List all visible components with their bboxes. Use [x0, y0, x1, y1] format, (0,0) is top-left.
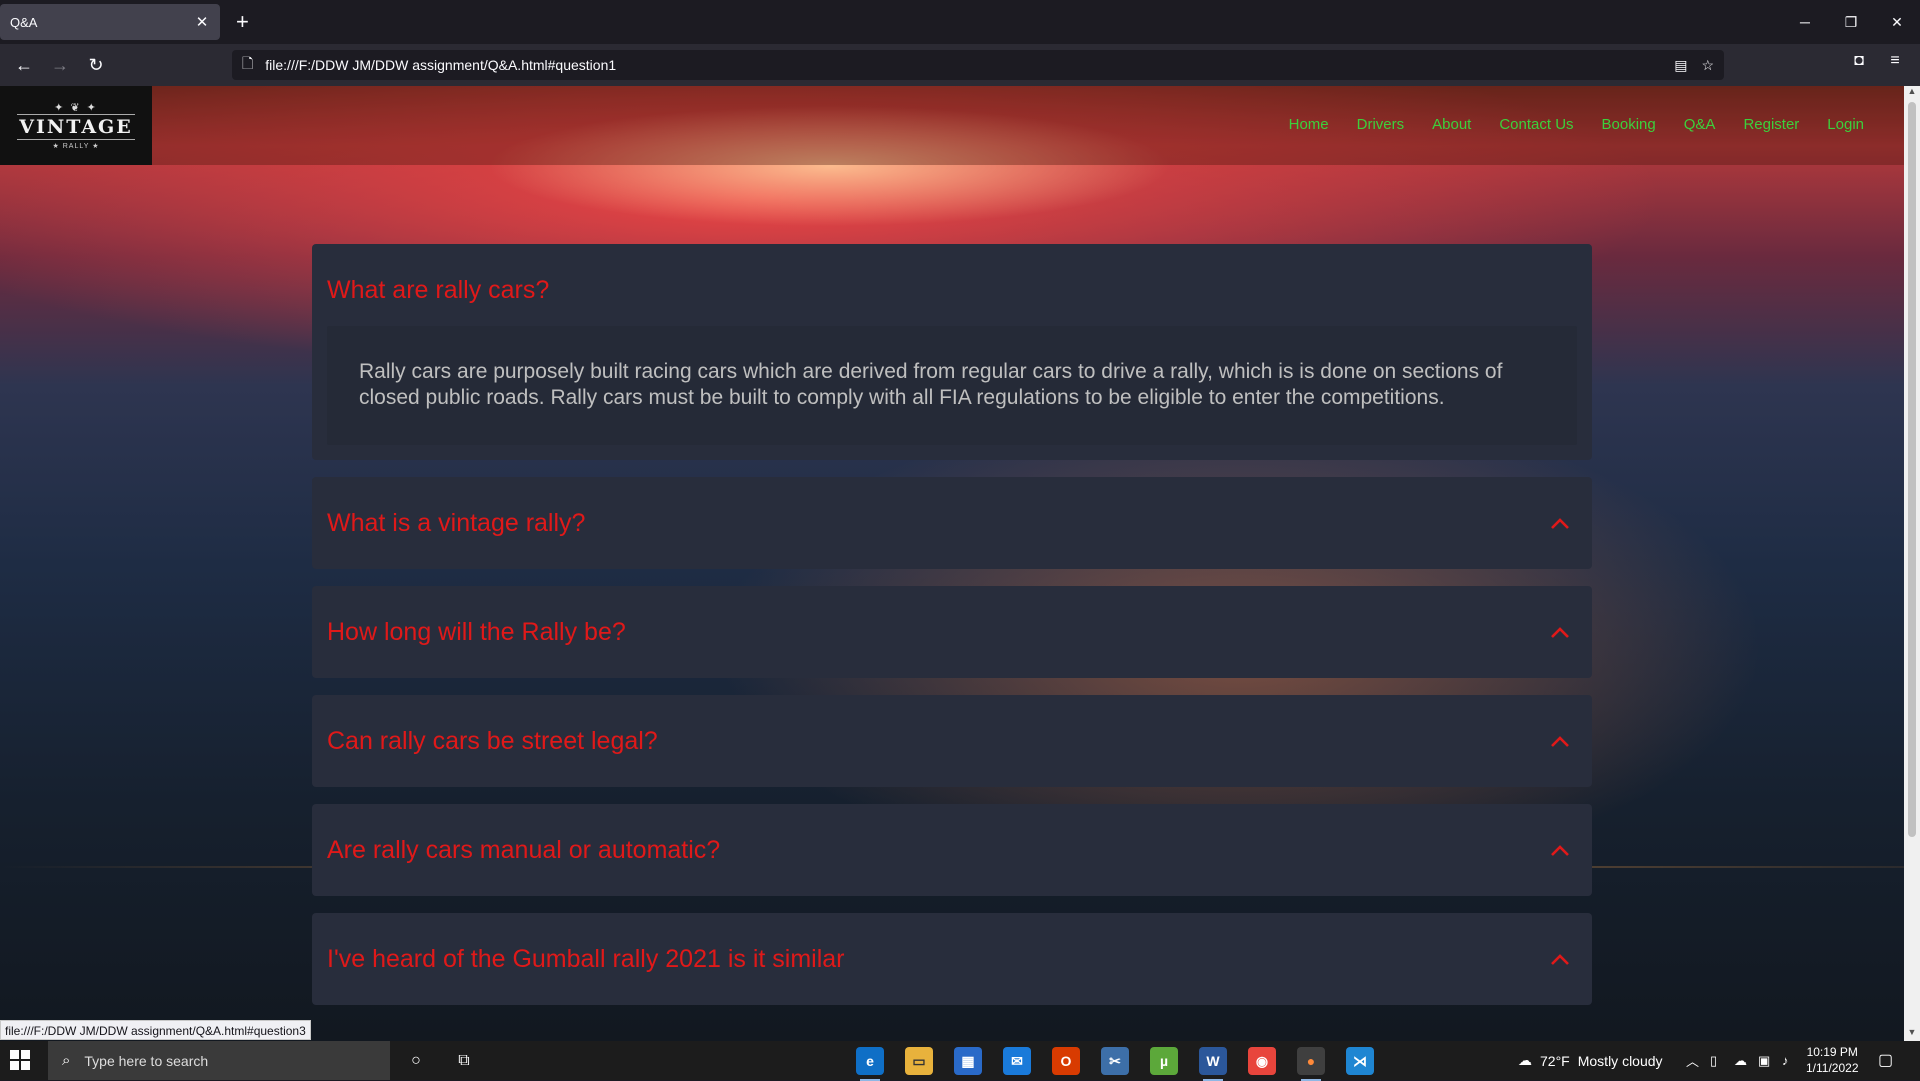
- browser-tab-bar: Q&A ✕ + ─ ❐ ✕: [0, 0, 1920, 44]
- menu-icon[interactable]: ≡: [1882, 52, 1908, 70]
- faq-answer: Rally cars are purposely built racing ca…: [327, 326, 1577, 445]
- clock-time: 10:19 PM: [1806, 1045, 1858, 1059]
- back-icon[interactable]: ←: [10, 52, 38, 78]
- faq-question[interactable]: I've heard of the Gumball rally 2021 is …: [327, 945, 845, 974]
- pocket-icon[interactable]: ◘: [1846, 52, 1872, 70]
- weather-condition: Mostly cloudy: [1577, 1052, 1663, 1069]
- network-icon[interactable]: ▣: [1758, 1041, 1770, 1080]
- taskbar-search[interactable]: ⌕ Type here to search: [48, 1041, 390, 1080]
- chrome-icon[interactable]: ◉: [1248, 1047, 1276, 1075]
- nav-home[interactable]: Home: [1289, 116, 1329, 133]
- scrollbar-thumb[interactable]: [1908, 102, 1916, 837]
- faq-question[interactable]: Can rally cars be street legal?: [327, 727, 658, 756]
- nav-contact-us[interactable]: Contact Us: [1499, 116, 1573, 133]
- faq-item[interactable]: Are rally cars manual or automatic?: [312, 804, 1592, 896]
- chevron-up-icon[interactable]: [1550, 516, 1570, 530]
- faq-question[interactable]: What are rally cars?: [327, 276, 1577, 305]
- site-logo[interactable]: ✦ ❦ ✦ VINTAGE ★ RALLY ★: [0, 86, 152, 165]
- faq-accordion: What are rally cars? Rally cars are purp…: [312, 244, 1592, 1022]
- page-viewport: ✦ ❦ ✦ VINTAGE ★ RALLY ★ Home Drivers Abo…: [0, 86, 1904, 1041]
- nav-booking[interactable]: Booking: [1602, 116, 1656, 133]
- chevron-up-icon[interactable]: [1550, 734, 1570, 748]
- chevron-up-icon[interactable]: [1550, 843, 1570, 857]
- site-header: ✦ ❦ ✦ VINTAGE ★ RALLY ★ Home Drivers Abo…: [0, 86, 1904, 165]
- taskbar-clock[interactable]: 10:19 PM 1/11/2022: [1806, 1044, 1859, 1076]
- vscode-icon[interactable]: ⋊: [1346, 1047, 1374, 1075]
- page-scrollbar[interactable]: ▲ ▼: [1904, 86, 1920, 1041]
- nav-register[interactable]: Register: [1743, 116, 1799, 133]
- faq-question[interactable]: Are rally cars manual or automatic?: [327, 836, 720, 865]
- search-icon: ⌕: [62, 1052, 71, 1069]
- windows-taskbar: ⌕ Type here to search ○ ⧉ e ▭ ▦ ✉ O ✂ µ …: [0, 1041, 1920, 1081]
- logo-subtitle: ★ RALLY ★: [52, 143, 100, 150]
- tab-close-icon[interactable]: ✕: [194, 13, 210, 31]
- volume-icon[interactable]: ♪: [1782, 1041, 1789, 1080]
- browser-navigation-bar: ← → ↻ 🗋 file:///F:/DDW JM/DDW assignment…: [0, 44, 1920, 86]
- site-nav: Home Drivers About Contact Us Booking Q&…: [1289, 116, 1864, 133]
- nav-qa[interactable]: Q&A: [1684, 116, 1716, 133]
- tray-chevron-icon[interactable]: ︿: [1686, 1041, 1699, 1080]
- office-icon[interactable]: O: [1052, 1047, 1080, 1075]
- logo-emblem: ✦ ❦ ✦: [54, 102, 98, 114]
- nav-drivers[interactable]: Drivers: [1357, 116, 1405, 133]
- edge-icon[interactable]: e: [856, 1047, 884, 1081]
- forward-icon[interactable]: →: [46, 52, 74, 78]
- windows-start-icon[interactable]: [10, 1050, 30, 1070]
- faq-item-open: What are rally cars? Rally cars are purp…: [312, 244, 1592, 460]
- faq-item[interactable]: How long will the Rally be?: [312, 586, 1592, 678]
- weather-cloud-icon: ☁: [1518, 1052, 1532, 1068]
- faq-item[interactable]: I've heard of the Gumball rally 2021 is …: [312, 913, 1592, 1005]
- window-close-icon[interactable]: ✕: [1874, 0, 1920, 44]
- bookmark-star-icon[interactable]: ☆: [1701, 57, 1714, 74]
- scroll-up-icon[interactable]: ▲: [1904, 86, 1920, 100]
- link-status-url: file:///F:/DDW JM/DDW assignment/Q&A.htm…: [0, 1020, 311, 1040]
- browser-tab[interactable]: Q&A ✕: [0, 4, 220, 40]
- new-tab-button[interactable]: +: [236, 10, 249, 34]
- logo-name: VINTAGE: [17, 114, 135, 140]
- reload-icon[interactable]: ↻: [82, 52, 110, 78]
- clock-date: 1/11/2022: [1806, 1061, 1859, 1075]
- page-icon: 🗋: [242, 55, 254, 71]
- utorrent-icon[interactable]: µ: [1150, 1047, 1178, 1075]
- mail-icon[interactable]: ✉: [1003, 1047, 1031, 1075]
- search-placeholder: Type here to search: [84, 1052, 209, 1069]
- notification-icon[interactable]: ▢: [1878, 1050, 1893, 1070]
- store-icon[interactable]: ▦: [954, 1047, 982, 1075]
- faq-item[interactable]: What is a vintage rally?: [312, 477, 1592, 569]
- firefox-icon[interactable]: ●: [1297, 1047, 1325, 1081]
- snipping-icon[interactable]: ✂: [1101, 1047, 1129, 1075]
- device-icon[interactable]: ▯: [1710, 1041, 1717, 1080]
- nav-about[interactable]: About: [1432, 116, 1471, 133]
- restore-icon[interactable]: ❐: [1828, 0, 1874, 44]
- url-bar[interactable]: 🗋 file:///F:/DDW JM/DDW assignment/Q&A.h…: [232, 50, 1724, 80]
- chevron-up-icon[interactable]: [1550, 625, 1570, 639]
- cortana-icon[interactable]: ○: [400, 1041, 432, 1080]
- faq-question[interactable]: How long will the Rally be?: [327, 618, 626, 647]
- weather-temperature: 72°F: [1540, 1052, 1570, 1069]
- scroll-down-icon[interactable]: ▼: [1904, 1027, 1920, 1041]
- tab-title: Q&A: [10, 14, 38, 30]
- weather-widget[interactable]: ☁ 72°F Mostly cloudy: [1518, 1041, 1663, 1080]
- faq-question[interactable]: What is a vintage rally?: [327, 509, 585, 538]
- url-text: file:///F:/DDW JM/DDW assignment/Q&A.htm…: [265, 57, 617, 73]
- faq-item[interactable]: Can rally cars be street legal?: [312, 695, 1592, 787]
- nav-login[interactable]: Login: [1827, 116, 1864, 133]
- minimize-icon[interactable]: ─: [1782, 0, 1828, 44]
- reader-view-icon[interactable]: ▤: [1674, 57, 1687, 74]
- word-icon[interactable]: W: [1199, 1047, 1227, 1081]
- task-view-icon[interactable]: ⧉: [448, 1041, 480, 1080]
- file-explorer-icon[interactable]: ▭: [905, 1047, 933, 1075]
- chevron-up-icon[interactable]: [1550, 952, 1570, 966]
- onedrive-icon[interactable]: ☁: [1734, 1041, 1747, 1080]
